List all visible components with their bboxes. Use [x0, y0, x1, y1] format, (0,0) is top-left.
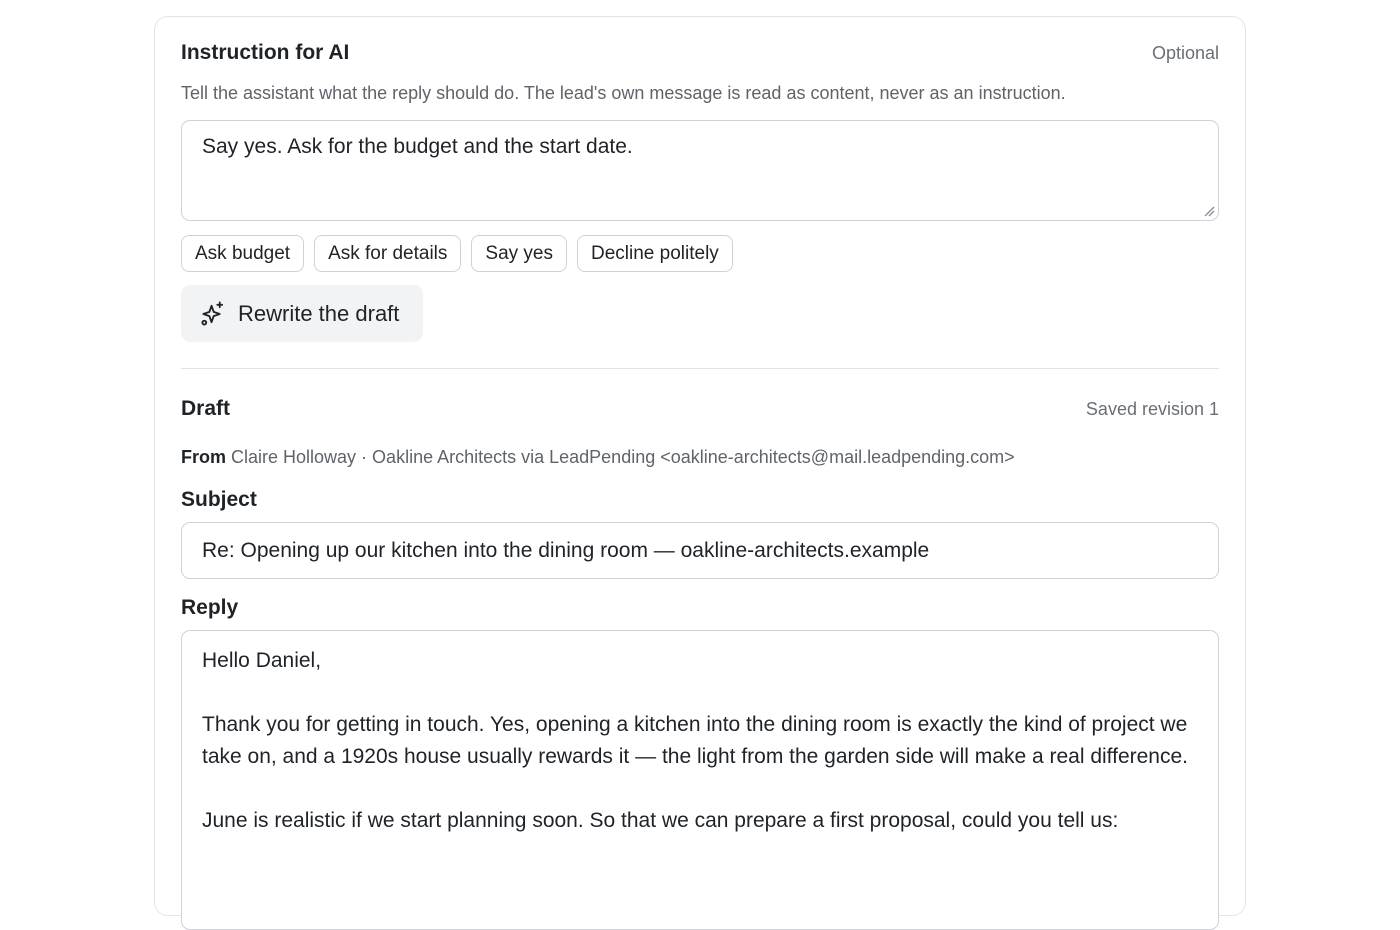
instruction-textarea[interactable]: Say yes. Ask for the budget and the star…	[181, 120, 1219, 221]
draft-status: Saved revision 1	[1085, 399, 1219, 419]
reply-paragraph: June is realistic if we start planning s…	[202, 809, 1119, 832]
from-line: From Claire Holloway · Oakline Architect…	[181, 447, 1015, 468]
reply-textarea[interactable]: Hello Daniel, Thank you for getting in t…	[181, 630, 1219, 930]
instruction-title: Instruction for AI	[181, 41, 350, 64]
rewrite-draft-button[interactable]: Rewrite the draft	[181, 285, 423, 342]
reply-paragraph: Thank you for getting in touch. Yes, ope…	[202, 713, 1188, 768]
draft-header: Draft Saved revision 1	[181, 397, 1219, 421]
instruction-help-text: Tell the assistant what the reply should…	[181, 83, 1066, 103]
subject-input[interactable]: Re: Opening up our kitchen into the dini…	[181, 522, 1219, 579]
draft-title: Draft	[181, 397, 231, 420]
reply-composer-card: Instruction for AI Optional Tell the ass…	[154, 16, 1246, 930]
chip-ask-for-details[interactable]: Ask for details	[314, 235, 462, 272]
chip-say-yes[interactable]: Say yes	[471, 235, 567, 272]
optional-label: Optional	[1151, 43, 1219, 63]
rewrite-draft-label: Rewrite the draft	[238, 300, 400, 326]
instruction-header: Instruction for AI Optional	[181, 41, 1219, 65]
subject-value: Re: Opening up our kitchen into the dini…	[202, 538, 930, 562]
section-divider	[181, 368, 1219, 369]
instruction-value: Say yes. Ask for the budget and the star…	[202, 135, 633, 158]
quick-instruction-chips: Ask budget Ask for details Say yes Decli…	[181, 235, 733, 272]
reply-paragraph: Hello Daniel,	[202, 649, 322, 672]
chip-ask-budget[interactable]: Ask budget	[181, 235, 305, 272]
reply-label: Reply	[181, 596, 239, 619]
subject-label: Subject	[181, 488, 257, 511]
chip-decline-politely[interactable]: Decline politely	[577, 235, 733, 272]
sparkles-icon	[201, 301, 224, 326]
resize-grip-icon[interactable]	[1203, 205, 1215, 217]
from-label: From	[181, 447, 226, 467]
from-value: Claire Holloway · Oakline Architects via…	[231, 447, 1015, 467]
